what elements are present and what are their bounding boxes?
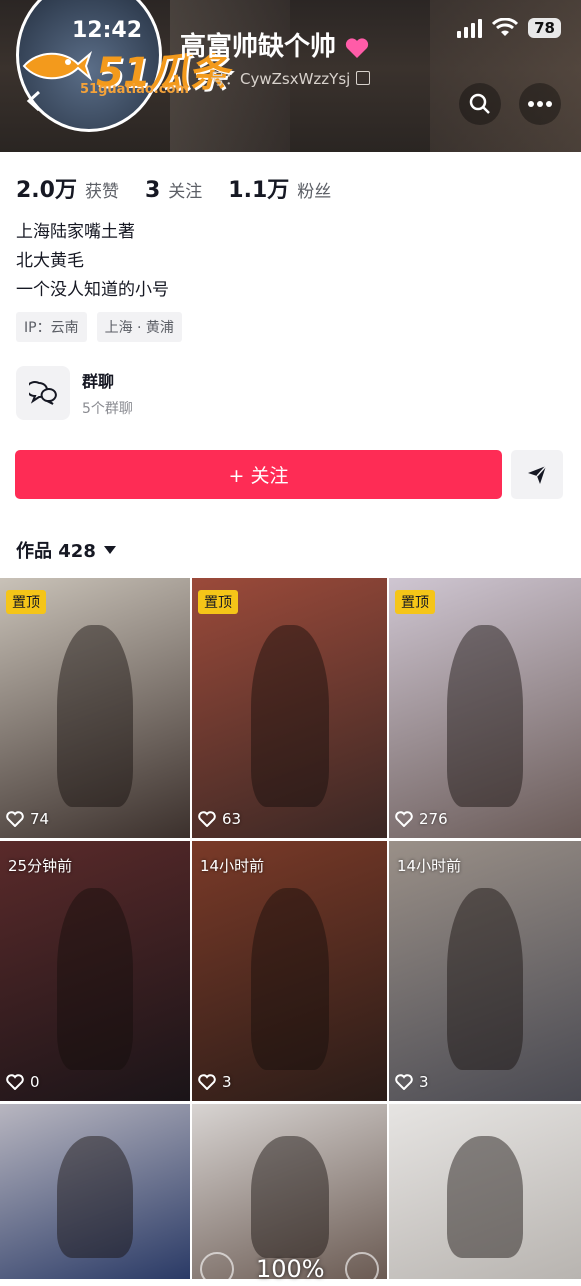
copy-icon[interactable] xyxy=(356,71,371,85)
time-badge: 14小时前 xyxy=(200,857,265,875)
stat-following[interactable]: 3 关注 xyxy=(145,177,202,203)
zoom-level: 100% xyxy=(256,1255,325,1283)
group-chat-title: 群聊 xyxy=(82,372,115,391)
dropdown-triangle-icon xyxy=(103,546,116,554)
profile-header: 51瓜条 51guatiao.com 12:42 78 高富帅缺个帅 号：Cyw… xyxy=(0,0,581,152)
like-count-text: 3 xyxy=(419,1073,429,1091)
follow-button[interactable]: + 关注 xyxy=(15,450,502,499)
like-count-text: 63 xyxy=(222,810,242,828)
pinned-badge: 置顶 xyxy=(6,590,46,614)
share-icon xyxy=(528,464,547,484)
group-chat-count: 5个群聊 xyxy=(82,401,133,417)
thumbnail-figure xyxy=(57,624,133,807)
zoom-out-button[interactable] xyxy=(200,1252,234,1286)
like-count: 0 xyxy=(6,1073,40,1091)
more-icon xyxy=(528,101,552,107)
stat-followers[interactable]: 1.1万 粉丝 xyxy=(228,172,331,204)
bio-line: 上海陆家嘴土著 xyxy=(16,222,135,242)
thumbnail-figure xyxy=(250,887,329,1070)
like-count: 74 xyxy=(6,810,49,828)
pink-heart-icon xyxy=(345,37,369,58)
video-thumbnail[interactable]: 置顶 63 xyxy=(192,578,387,838)
pinned-badge: 置顶 xyxy=(198,590,238,614)
like-count: 63 xyxy=(198,810,241,828)
video-thumbnail[interactable]: 置顶 276 xyxy=(389,578,581,838)
group-chat-entry[interactable]: 群聊 5个群聊 xyxy=(16,366,133,420)
works-tab[interactable]: 作品 428 xyxy=(16,537,116,563)
heart-icon xyxy=(6,1074,24,1090)
video-thumbnail[interactable]: 置顶 74 xyxy=(0,578,190,838)
like-count-text: 3 xyxy=(222,1073,232,1091)
profile-name: 高富帅缺个帅 xyxy=(180,26,369,63)
group-chat-icon-box xyxy=(16,366,70,420)
like-count: 276 xyxy=(395,810,448,828)
works-label: 作品 428 xyxy=(16,541,96,562)
video-thumbnail[interactable]: 25分钟前 0 xyxy=(0,841,190,1101)
heart-icon xyxy=(395,1074,413,1090)
like-count-text: 0 xyxy=(30,1073,40,1091)
thumbnail-figure xyxy=(446,624,524,807)
profile-tags: IP：云南 上海 · 黄浦 xyxy=(16,312,182,342)
heart-icon xyxy=(395,811,413,827)
more-button[interactable] xyxy=(519,83,561,125)
thumbnail-figure xyxy=(250,1135,329,1258)
search-button[interactable] xyxy=(459,83,501,125)
pinned-badge: 置顶 xyxy=(395,590,435,614)
video-thumbnail[interactable] xyxy=(0,1104,190,1279)
like-count-text: 74 xyxy=(30,810,50,828)
watermark-url: 51guatiao.com xyxy=(80,82,189,97)
profile-stats: 2.0万 获赞 3 关注 1.1万 粉丝 xyxy=(16,172,331,204)
thumbnail-figure xyxy=(446,887,524,1070)
back-icon[interactable] xyxy=(24,90,46,112)
thumbnail-figure xyxy=(446,1135,524,1258)
video-grid: 置顶 74 置顶 63 置顶 276 25分钟前 0 14小时前 3 14小时前 3 xyxy=(0,578,581,1279)
ip-location-tag: IP：云南 xyxy=(16,312,87,342)
heart-icon xyxy=(6,811,24,827)
bio-line: 北大黄毛 xyxy=(16,251,84,271)
uid-text: 号：CywZsxWzzYsj xyxy=(210,70,351,88)
stat-likes[interactable]: 2.0万 获赞 xyxy=(16,172,119,204)
search-icon xyxy=(469,93,490,114)
like-count: 3 xyxy=(395,1073,429,1091)
wifi-icon xyxy=(492,18,519,36)
video-thumbnail[interactable] xyxy=(389,1104,581,1279)
heart-icon xyxy=(198,1074,216,1090)
profile-uid: 号：CywZsxWzzYsj xyxy=(210,68,371,89)
battery-indicator: 78 xyxy=(528,18,561,38)
status-time: 12:42 xyxy=(72,18,143,43)
status-bar: 78 xyxy=(457,18,561,38)
signal-icon xyxy=(457,18,483,38)
like-count: 3 xyxy=(198,1073,232,1091)
profile-bio: 上海陆家嘴土著 北大黄毛 一个没人知道的小号 xyxy=(16,218,169,305)
profile-name-text: 高富帅缺个帅 xyxy=(180,32,337,62)
zoom-in-button[interactable] xyxy=(345,1252,379,1286)
video-thumbnail[interactable]: 14小时前 3 xyxy=(389,841,581,1101)
time-badge: 25分钟前 xyxy=(8,857,73,875)
thumbnail-figure xyxy=(57,887,133,1070)
location-tag[interactable]: 上海 · 黄浦 xyxy=(96,312,182,342)
video-thumbnail[interactable]: 14小时前 3 xyxy=(192,841,387,1101)
fish-logo-icon xyxy=(22,51,92,81)
thumbnail-figure xyxy=(57,1135,133,1258)
bio-line: 一个没人知道的小号 xyxy=(16,280,169,300)
group-chat-icon xyxy=(29,381,57,405)
heart-icon xyxy=(198,811,216,827)
thumbnail-figure xyxy=(250,624,329,807)
time-badge: 14小时前 xyxy=(397,857,462,875)
like-count-text: 276 xyxy=(419,810,448,828)
share-button[interactable] xyxy=(511,450,563,499)
